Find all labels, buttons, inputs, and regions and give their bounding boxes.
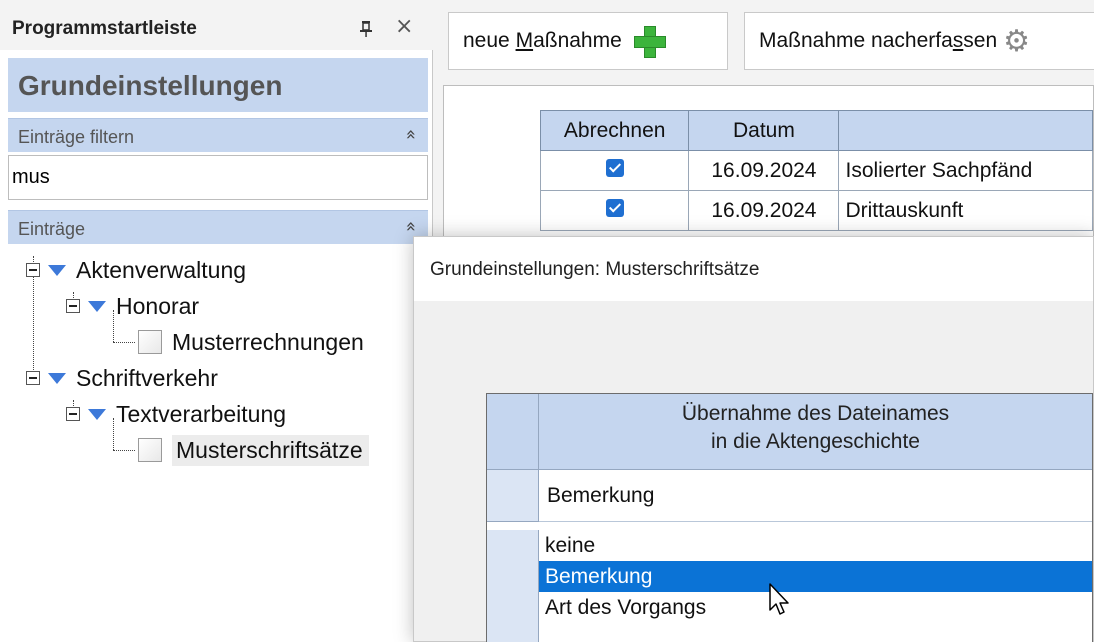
- app-window: Programmstartleiste × Grundeinstellungen…: [0, 0, 1094, 642]
- tree-item-label: Musterrechnungen: [172, 328, 364, 355]
- dropdown-option-bemerkung[interactable]: Bemerkung: [539, 561, 1092, 592]
- tree-connector: [113, 342, 135, 343]
- dialog-titlebar[interactable]: Grundeinstellungen: Musterschriftsätze: [414, 237, 1093, 301]
- folder-triangle-icon: [88, 408, 106, 420]
- folder-triangle-icon: [48, 264, 66, 276]
- column-header-description[interactable]: [838, 110, 1093, 151]
- new-measure-button[interactable]: neue Maßnahme: [448, 12, 728, 70]
- collapse-toggle-icon[interactable]: [26, 263, 40, 277]
- billing-checkbox-cell[interactable]: [539, 190, 690, 231]
- new-measure-label: neue Maßnahme: [463, 29, 622, 52]
- row-header-cell: [487, 394, 539, 470]
- panel-header: Programmstartleiste ×: [0, 0, 433, 50]
- column-header-filename-transfer[interactable]: Übernahme des Dateinames in die Aktenges…: [539, 394, 1092, 470]
- tree-item-aktenverwaltung[interactable]: Aktenverwaltung: [26, 252, 246, 288]
- folder-triangle-icon: [88, 300, 106, 312]
- tree-item-textverarbeitung[interactable]: Textverarbeitung: [66, 396, 286, 432]
- tree-item-label: Honorar: [116, 292, 200, 319]
- column-header-line1: Übernahme des Dateinames: [681, 402, 950, 425]
- checkbox-checked-icon[interactable]: [605, 158, 624, 177]
- gear-icon: ⚙: [1003, 23, 1031, 59]
- tree-item-honorar[interactable]: Honorar: [66, 288, 199, 324]
- dropdown-list[interactable]: keine Bemerkung Art des Vorgangs: [539, 530, 1092, 642]
- program-start-bar: Programmstartleiste × Grundeinstellungen…: [0, 0, 433, 642]
- dropdown-option-keine[interactable]: keine: [539, 530, 1092, 561]
- description-cell: Isolierter Sachpfänd: [838, 150, 1093, 191]
- tree-item-label: Schriftverkehr: [76, 364, 218, 391]
- column-header-line2: in die Aktengeschichte: [711, 430, 920, 453]
- document-icon: [138, 330, 162, 354]
- close-icon[interactable]: ×: [395, 16, 413, 38]
- table-row[interactable]: 16.09.2024 Isolierter Sachpfänd: [539, 150, 1093, 191]
- date-cell: 16.09.2024: [688, 150, 840, 191]
- tree-item-label: Textverarbeitung: [116, 400, 287, 427]
- table-header-row: Abrechnen Datum: [539, 110, 1093, 151]
- column-header-abrechnen[interactable]: Abrechnen: [539, 110, 690, 151]
- description-cell: Drittauskunft: [838, 190, 1093, 231]
- collapse-chevron-icon[interactable]: »: [400, 221, 421, 232]
- tree-item-schriftverkehr[interactable]: Schriftverkehr: [26, 360, 218, 396]
- filter-section-label: Einträge filtern: [18, 127, 135, 147]
- tree-item-musterrechnungen[interactable]: Musterrechnungen: [138, 324, 364, 360]
- row-header-cell: [487, 470, 539, 522]
- pin-icon[interactable]: [358, 20, 374, 38]
- document-icon: [138, 438, 162, 462]
- settings-header[interactable]: Grundeinstellungen: [8, 58, 428, 112]
- tree-connector: [113, 450, 135, 451]
- collapse-toggle-icon[interactable]: [66, 407, 80, 421]
- checkbox-checked-icon[interactable]: [605, 198, 624, 217]
- tree-item-label: Aktenverwaltung: [76, 256, 247, 283]
- dropdown-option-art-des-vorgangs[interactable]: Art des Vorgangs: [539, 592, 1092, 623]
- entries-section-header[interactable]: Einträge »: [8, 210, 428, 244]
- entries-tree: Aktenverwaltung Honorar Musterrechnungen…: [0, 250, 420, 480]
- billing-checkbox-cell[interactable]: [539, 150, 690, 191]
- panel-title: Programmstartleiste: [12, 18, 197, 39]
- table-row[interactable]: 16.09.2024 Drittauskunft: [539, 190, 1093, 231]
- tree-item-label: Musterschriftsätze: [172, 434, 369, 466]
- date-cell: 16.09.2024: [688, 190, 840, 231]
- collapse-toggle-icon[interactable]: [66, 299, 80, 313]
- followup-measure-button[interactable]: Maßnahme nacherfassen ⚙: [744, 12, 1094, 70]
- mouse-cursor-icon: [769, 583, 789, 615]
- entries-section-label: Einträge: [18, 219, 86, 239]
- settings-header-label: Grundeinstellungen: [18, 70, 283, 101]
- current-value-cell[interactable]: Bemerkung: [539, 470, 1092, 522]
- folder-triangle-icon: [48, 372, 66, 384]
- followup-measure-label: Maßnahme nacherfassen: [759, 29, 998, 52]
- column-header-datum[interactable]: Datum: [688, 110, 840, 151]
- plus-icon: [632, 24, 666, 58]
- row-header-cell: [487, 530, 539, 642]
- settings-dialog: Grundeinstellungen: Musterschriftsätze Ü…: [413, 236, 1094, 642]
- filter-section-header[interactable]: Einträge filtern »: [8, 118, 428, 152]
- dialog-title: Grundeinstellungen: Musterschriftsätze: [430, 259, 760, 280]
- collapse-toggle-icon[interactable]: [26, 371, 40, 385]
- collapse-chevron-icon[interactable]: »: [400, 129, 421, 140]
- filter-input[interactable]: [8, 155, 428, 200]
- measures-table: Abrechnen Datum 16.09.2024 Isolierter Sa…: [539, 110, 1093, 231]
- tree-item-musterschriftsaetze[interactable]: Musterschriftsätze: [138, 432, 369, 468]
